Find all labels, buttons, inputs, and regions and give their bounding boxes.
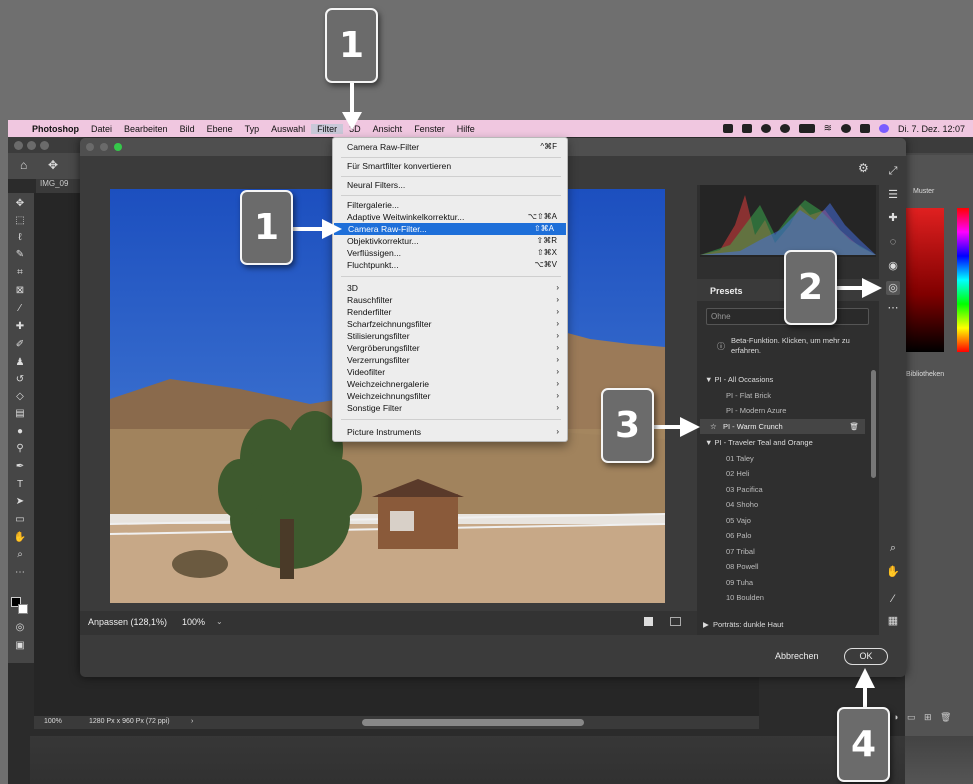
step-badge-4: 4 [837, 707, 890, 782]
callout-arrows [293, 83, 882, 708]
step-badge-1-menu: 1 [240, 190, 293, 265]
step-badge-2: 2 [784, 250, 837, 325]
step-badge-3: 3 [601, 388, 654, 463]
